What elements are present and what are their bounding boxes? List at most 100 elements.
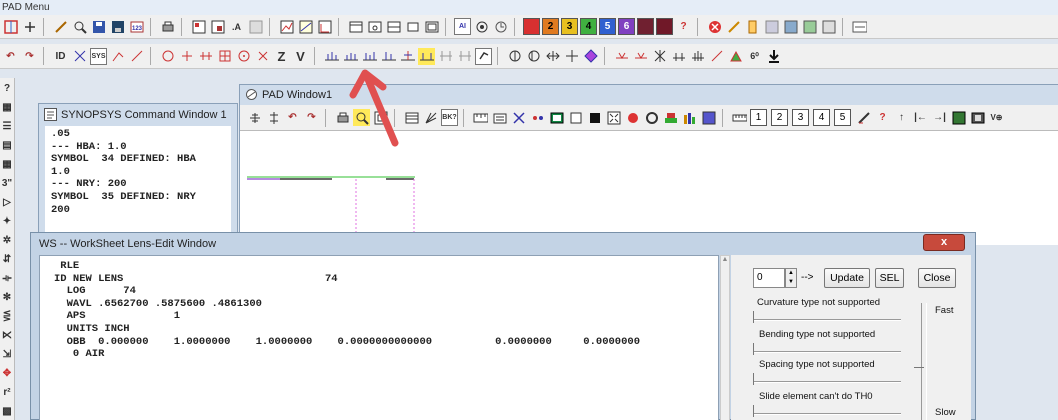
power-icon[interactable]: r² — [1, 385, 14, 401]
lens3-icon[interactable] — [197, 48, 214, 65]
tree-icon[interactable] — [246, 109, 263, 126]
arrow-icon[interactable] — [544, 48, 561, 65]
command-window-titlebar[interactable]: SYNOPSYS Command Window 1 — [39, 104, 237, 126]
split-icon[interactable]: ⇵ — [1, 252, 14, 268]
edit-icon[interactable] — [855, 109, 872, 126]
square-fill-icon[interactable] — [586, 109, 603, 126]
square-outline-icon[interactable] — [567, 109, 584, 126]
cross-rays-icon[interactable] — [510, 109, 527, 126]
wedge-icon[interactable]: ⋉ — [1, 328, 14, 344]
prism-icon[interactable]: ▷ — [1, 195, 14, 211]
window2-icon[interactable] — [366, 18, 383, 35]
ray-fan-icon[interactable] — [422, 109, 439, 126]
check-icon[interactable] — [475, 47, 492, 65]
cross-icon[interactable]: ✻ — [1, 290, 14, 306]
num-button-4[interactable]: 4 — [580, 18, 597, 35]
pad-tab-4[interactable]: 4 — [813, 109, 830, 126]
red-dot-icon[interactable] — [624, 109, 641, 126]
grid-icon[interactable] — [247, 18, 264, 35]
save-icon[interactable] — [90, 18, 107, 35]
lens2-icon[interactable] — [178, 48, 195, 65]
id-button[interactable]: ID — [52, 48, 69, 65]
lens-group-icon-5[interactable] — [399, 48, 416, 65]
z-button[interactable]: Z — [273, 48, 290, 65]
lens-icon[interactable] — [159, 48, 176, 65]
chart-icon[interactable] — [278, 18, 295, 35]
left-end-icon[interactable]: |← — [912, 109, 929, 126]
slide-element-slider[interactable] — [753, 405, 901, 417]
print-icon[interactable] — [159, 18, 176, 35]
table-icon[interactable]: ▦ — [1, 100, 14, 116]
expand-icon[interactable] — [605, 109, 622, 126]
close-button[interactable]: Close — [918, 268, 956, 288]
circle-icon[interactable] — [235, 48, 252, 65]
pad-tab-2[interactable]: 2 — [771, 109, 788, 126]
minimize-panel-icon[interactable] — [851, 18, 868, 35]
pad-tab-1[interactable]: 1 — [750, 109, 767, 126]
copy-icon[interactable] — [190, 18, 207, 35]
layers-icon[interactable] — [662, 109, 679, 126]
lens-group-icon-1[interactable] — [323, 48, 340, 65]
undo-icon[interactable]: ↶ — [2, 48, 19, 65]
lens-icon[interactable]: ⟛ — [1, 271, 14, 287]
scroll-up-icon[interactable]: ▲ — [721, 256, 729, 263]
gear-icon[interactable]: ✲ — [1, 233, 14, 249]
tree-icon[interactable] — [21, 18, 38, 35]
chart2-icon[interactable] — [297, 18, 314, 35]
paste-icon[interactable] — [209, 18, 226, 35]
aperture-icon[interactable] — [506, 48, 523, 65]
bar-icon[interactable] — [437, 48, 454, 65]
bending-slider[interactable] — [753, 343, 901, 355]
panel-icon[interactable] — [820, 18, 837, 35]
book-icon[interactable] — [744, 18, 761, 35]
num-button-red[interactable] — [523, 18, 540, 35]
redo-icon[interactable]: ↷ — [303, 109, 320, 126]
slider-knob[interactable] — [753, 311, 757, 323]
save-as-icon[interactable] — [109, 18, 126, 35]
window5-icon[interactable] — [423, 18, 440, 35]
undo-icon[interactable]: ↶ — [284, 109, 301, 126]
scale-icon[interactable] — [472, 109, 489, 126]
plot-icon[interactable] — [316, 18, 333, 35]
lens-shape-2[interactable] — [632, 48, 649, 65]
ray2-icon[interactable] — [109, 48, 126, 65]
ray-line-icon[interactable] — [708, 48, 725, 65]
lens-group-icon-2[interactable] — [342, 48, 359, 65]
film-icon[interactable] — [969, 109, 986, 126]
worksheet-close-button[interactable]: x — [923, 234, 965, 251]
stamp-icon[interactable] — [950, 109, 967, 126]
curvature-slider[interactable] — [753, 311, 901, 323]
slider-knob[interactable] — [753, 373, 757, 385]
spacing-slider[interactable] — [753, 373, 901, 385]
magnify-icon[interactable] — [71, 18, 88, 35]
lens-group-icon-6[interactable] — [418, 47, 435, 65]
pad-tab-3[interactable]: 3 — [792, 109, 809, 126]
worksheet-editor[interactable]: RLE ID NEW LENS 74 LOG 74 WAVL .6562700 … — [39, 255, 719, 420]
list2-icon[interactable]: ▤ — [1, 138, 14, 154]
list-icon[interactable]: ☰ — [1, 119, 14, 135]
bkg-icon[interactable]: BK? — [441, 109, 458, 126]
lines-icon[interactable]: ⋚ — [1, 309, 14, 325]
table-icon[interactable] — [403, 109, 420, 126]
lens-shape-1[interactable] — [613, 48, 630, 65]
calc-icon[interactable]: 123 — [128, 18, 145, 35]
dark-button-2[interactable] — [656, 18, 673, 35]
lamp-icon[interactable] — [727, 48, 744, 65]
v-button[interactable]: V — [292, 48, 309, 65]
help-button[interactable]: ? — [1, 81, 14, 97]
speed-slider[interactable] — [921, 303, 927, 420]
matrix-icon[interactable]: ▩ — [1, 404, 14, 420]
config-icon[interactable] — [801, 18, 818, 35]
ray-icon[interactable] — [71, 48, 88, 65]
draw-icon[interactable] — [52, 18, 69, 35]
ai-icon[interactable]: AI — [454, 18, 471, 35]
tools-icon[interactable] — [725, 18, 742, 35]
right-end-icon[interactable]: →| — [931, 109, 948, 126]
cross-icon[interactable] — [254, 48, 271, 65]
help-icon[interactable]: ? — [675, 18, 692, 35]
lens-shape-5[interactable] — [689, 48, 706, 65]
diamond-icon[interactable] — [582, 48, 599, 65]
update-button[interactable]: Update — [824, 268, 870, 288]
speed-slider-knob[interactable] — [914, 367, 924, 371]
ray3-icon[interactable] — [128, 48, 145, 65]
